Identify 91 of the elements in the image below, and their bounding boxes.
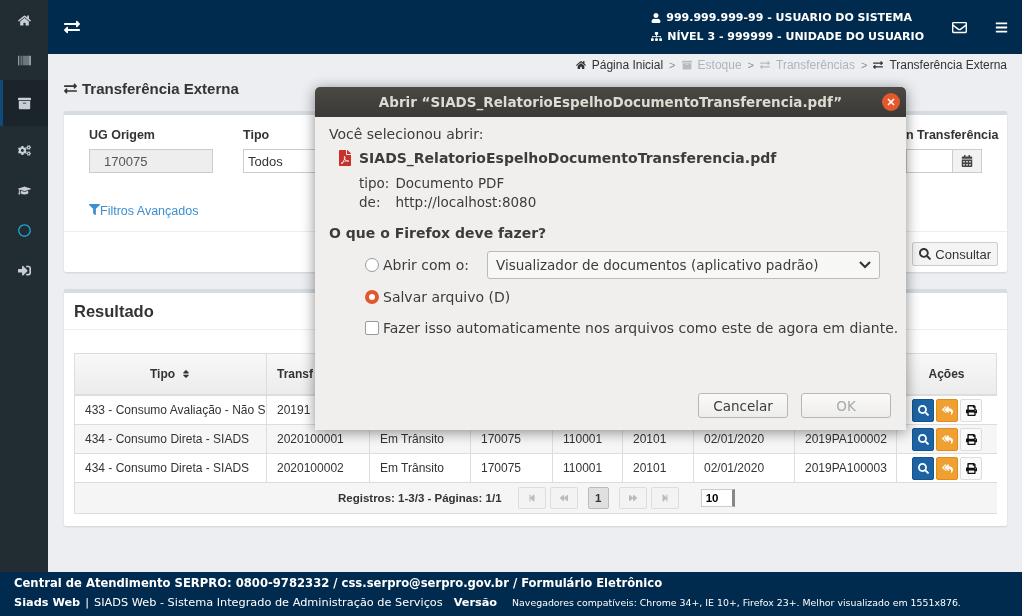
application-select[interactable]: Visualizador de documentos (aplicativo padrão) [486,251,880,279]
checkbox-label[interactable]: Fazer isso automaticamente nos arquivos como este de agora em diante. [383,320,899,336]
print-button[interactable] [960,427,982,451]
advanced-filters-link[interactable]: Filtros Avançados [100,204,199,218]
search-icon [917,433,929,445]
meta-label: tipo: [359,175,390,191]
results-title: Resultado [74,302,155,321]
table-cell: Em Trânsito [370,454,471,483]
separator-text: | [85,596,89,609]
filter-icon [89,204,100,215]
breadcrumb-link[interactable]: Transferência Externa [889,58,1007,72]
step-forward-icon [660,494,669,502]
reply-all-icon [941,404,953,416]
option-label[interactable]: Salvar arquivo (D) [383,289,511,305]
table-cell: 02/01/2020 [694,454,795,483]
radio-button[interactable] [365,290,379,304]
printer-icon [965,404,977,416]
table-cell: 433 - Consumo Avaliação - Não S [75,396,267,425]
exchange-icon [64,81,77,95]
sort-icon [181,369,192,379]
dialog-button[interactable]: Cancelar [698,393,788,418]
table-cell: 110001 [553,454,623,483]
menu-icon[interactable] [995,20,1008,34]
sign-in-icon[interactable] [17,263,31,277]
file-type: Documento PDF [395,175,506,191]
page-title: Transferência Externa [82,79,239,97]
field-label: Tipo [243,128,270,142]
pdf-file-icon [337,150,353,166]
forward-icon [628,494,637,502]
search-icon [917,462,929,474]
contact-info: Central de Atendimento SERPRO: 0800-9782332 / css.serpro@serpro.gov.br / Formulário Eletrônico [14,576,664,590]
breadcrumb-separator: > [669,59,676,71]
home-icon[interactable] [17,13,31,27]
user-unit: NÍVEL 3 - 999999 - UNIDADE DO USUARIO [667,30,924,43]
exchange-icon [760,60,771,70]
table-cell: 2020100002 [267,454,370,483]
home-icon [575,60,586,70]
column-header[interactable]: Tipo [75,354,267,396]
table-cell: 170075 [471,454,553,483]
file-source: http://localhost:8080 [395,194,537,210]
field-label: n Transferência [906,128,999,142]
archive-icon[interactable] [17,96,31,110]
version-label: Versão [453,596,498,609]
exchange-icon[interactable] [64,19,80,35]
print-button[interactable] [960,398,982,422]
step-backward-icon [527,494,536,502]
view-button[interactable] [912,456,934,480]
printer-icon [965,462,977,474]
archive-icon [681,60,692,70]
dialog-title: Abrir “SIADS_RelatorioEspelhoDocumentoTransferencia.pdf” [378,94,843,110]
table-cell: 2019PA100003 [795,454,897,483]
user-icon [651,12,662,23]
breadcrumb-separator: > [747,59,755,71]
radio-button[interactable] [365,258,379,272]
reply-all-icon [941,462,953,474]
view-button[interactable] [912,427,934,451]
user-name: 999.999.999-99 - USUARIO DO SISTEMA [666,11,913,24]
brand-name: Siads Web [14,596,81,609]
date-field[interactable] [906,149,952,173]
dialog-intro: Você selecionou abrir: [329,126,485,142]
exchange-icon [873,60,884,70]
view-button[interactable] [912,398,934,422]
search-icon [917,404,929,416]
calendar-icon[interactable] [952,149,982,173]
search-button[interactable]: Consultar [912,242,998,266]
dialog-question: O que o Firefox deve fazer? [329,225,548,241]
table-cell: 434 - Consumo Direta - SIADS [75,425,267,454]
browser-note: Navegadores compatíveis: Chrome 34+, IE 10+, Firefox 23+. Melhor visualizado em 1551x876. [512,597,961,608]
printer-icon [965,433,977,445]
reply-all-icon [941,433,953,445]
table-cell: 434 - Consumo Direta - SIADS [75,454,267,483]
print-button[interactable] [960,456,982,480]
chevron-down-icon [858,261,871,269]
search-icon [919,248,932,260]
meta-label: de: [359,194,382,210]
sitemap-icon [651,31,663,42]
system-name: SIADS Web - Sistema Integrado de Administração de Serviços [94,596,443,609]
gears-icon[interactable] [17,143,31,157]
backward-icon [559,494,568,502]
breadcrumb-link[interactable]: Página Inicial [591,58,664,72]
field-label: UG Origem [89,128,155,142]
breadcrumb-separator: > [860,59,868,71]
barcode-icon[interactable] [17,53,31,67]
close-icon[interactable] [882,93,900,111]
page-size-select[interactable]: 10 [700,489,735,507]
checkbox[interactable] [365,321,379,335]
table-cell: 20101 [623,454,694,483]
mail-icon[interactable] [952,19,967,35]
option-label[interactable]: Abrir com o: [383,257,469,273]
pagination-summary: Registros: 1-3/3 - Páginas: 1/1 [338,492,502,504]
page-button[interactable]: 1 [587,487,609,509]
